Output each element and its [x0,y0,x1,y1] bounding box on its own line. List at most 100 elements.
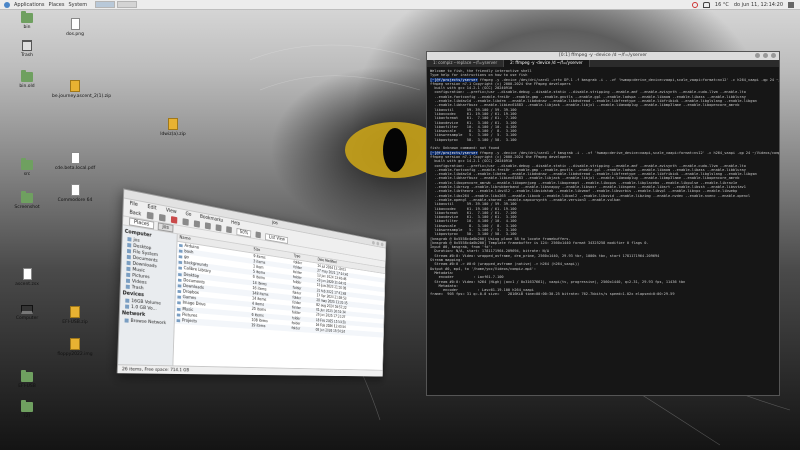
folder-icon [126,260,131,266]
desktop-icon-ldwiz[interactable]: ldwiz(a).zip [150,118,196,138]
folder-icon [126,266,131,272]
disk-image-icon [70,338,80,350]
power-icon[interactable] [691,1,698,8]
network-icon[interactable] [702,1,710,8]
document-icon [22,268,32,280]
terminal-tab[interactable]: 1: compiz --replace ~/f=yserver [427,60,505,67]
folder-icon [127,242,132,248]
desktop-icon-trash[interactable]: Trash [4,40,50,59]
folder-icon [21,70,33,82]
up-icon[interactable] [159,213,166,222]
desktop-icon-ascent-zip[interactable]: be.journey.ascent_2(1).zip [52,80,111,100]
folder-icon [125,304,130,309]
terminal-tabbar: 1: compiz --replace ~/f=yserver 2: ffmpe… [427,60,779,67]
workspace-switcher-icon[interactable] [788,1,794,8]
folder-icon [177,301,181,305]
folder-icon [126,254,131,260]
folder-icon [21,370,33,382]
zoom-out-icon[interactable] [226,226,233,234]
close-icon[interactable] [380,242,384,247]
computer-icon[interactable] [204,222,211,230]
forward-icon[interactable] [146,211,154,220]
taskbar-item[interactable] [95,1,116,8]
folder-icon [177,284,182,288]
desktop-icon-ascent[interactable]: ascent.zsx [4,268,50,288]
desktop-icon-c64[interactable]: Commodore 64 [52,184,98,204]
places-menu[interactable]: Places [49,2,65,8]
folder-icon [21,191,33,203]
close-icon[interactable] [771,53,776,58]
desktop-icon-computer[interactable]: Computer [4,305,50,322]
terminal-tab-active[interactable]: 2: ffmpeg -y -device /d ~/f=/yserver [504,60,590,67]
file-manager-container: jos File Edit View Go Bookmarks Help Bac… [116,188,550,378]
zoom-in-icon[interactable] [255,231,262,239]
fm-sidebar: Computer jos Desktop File System Documents D… [118,225,178,366]
archive-icon [70,80,80,92]
menu-file[interactable]: File [130,201,138,208]
desktop-icon-efi-usb-zip[interactable]: EFI-USB.zip [52,306,98,326]
folder-icon [177,278,182,282]
desktop-icon-pdf[interactable]: cde.beta.local.pdf [52,152,98,172]
stop-icon[interactable] [170,216,178,224]
folder-icon [177,295,181,300]
desktop-icon-bin[interactable]: bin [4,11,50,31]
system-tray: 16 °C do jun 11, 12:14:20 [691,1,800,8]
maximize-icon[interactable] [763,53,768,58]
maximize-icon[interactable] [376,241,380,246]
folder-icon [125,284,130,289]
desktop-icon-src[interactable]: src [4,158,50,178]
folder-icon [125,298,130,303]
desktop-icon-efi-usb[interactable]: EFI-USB [4,370,50,390]
desktop-icon-bin-old[interactable]: bin.old [4,70,50,90]
folder-icon [176,313,181,317]
sidebar-item-label: jos [133,237,140,244]
shell-prompt: [~]@f/projects/yserver [430,77,478,82]
fm-title: jos [272,220,278,227]
menu-go[interactable]: Go [185,211,191,218]
clock[interactable]: do jun 11, 12:14:20 [734,2,783,8]
desktop-icon-dos-png[interactable]: dos.png [52,18,98,38]
archive-icon [168,118,178,130]
folder-icon [126,248,132,254]
image-file-icon [70,18,80,30]
back-button[interactable]: Back [129,209,141,217]
system-menu[interactable]: System [68,2,87,8]
command-text: ffmpeg -y -device /dev/dri/card1 -crtc D… [479,77,779,82]
trash-icon [22,40,32,51]
reload-icon[interactable] [182,218,189,226]
home-icon[interactable] [193,220,201,228]
panel-menu: Applications Places System [0,1,87,8]
folder-icon [124,318,129,323]
search-icon[interactable] [215,224,222,232]
taskbar-item[interactable] [117,1,138,8]
folder-icon [178,249,183,253]
weather-temperature[interactable]: 16 °C [715,2,729,8]
folder-icon [21,400,33,412]
folder-icon [179,243,183,247]
folder-icon [178,260,183,265]
sidebar-item-label: Browse Network [130,318,167,326]
file-type: folder [290,325,315,333]
desktop-icon-2[interactable]: (2) [4,400,50,420]
applications-menu[interactable]: Applications [14,2,45,8]
folder-icon [178,272,182,276]
folder-icon [125,278,131,284]
folder-icon [127,237,132,242]
minimize-icon[interactable] [371,240,375,245]
window-buttons [755,53,776,58]
folder-icon [177,290,182,294]
folder-icon [176,307,181,311]
archive-icon [70,306,80,318]
window-buttons [371,240,384,247]
desktop-icon-floppy[interactable]: floppy2022.img [52,338,98,358]
folder-icon [126,272,131,278]
minimize-icon[interactable] [755,53,760,58]
terminal-title: [0:1] ffmpeg -y -device /d ~/f=/yserver [559,52,647,58]
document-icon [70,184,80,196]
distro-logo-icon[interactable] [4,1,10,8]
computer-icon [21,305,33,314]
folder-icon [176,319,181,323]
desktop-icon-screenshot[interactable]: Screenshot [4,191,50,211]
terminal-titlebar[interactable]: [0:1] ffmpeg -y -device /d ~/f=/yserver [427,52,779,60]
file-manager-window[interactable]: jos File Edit View Go Bookmarks Help Bac… [116,188,387,377]
